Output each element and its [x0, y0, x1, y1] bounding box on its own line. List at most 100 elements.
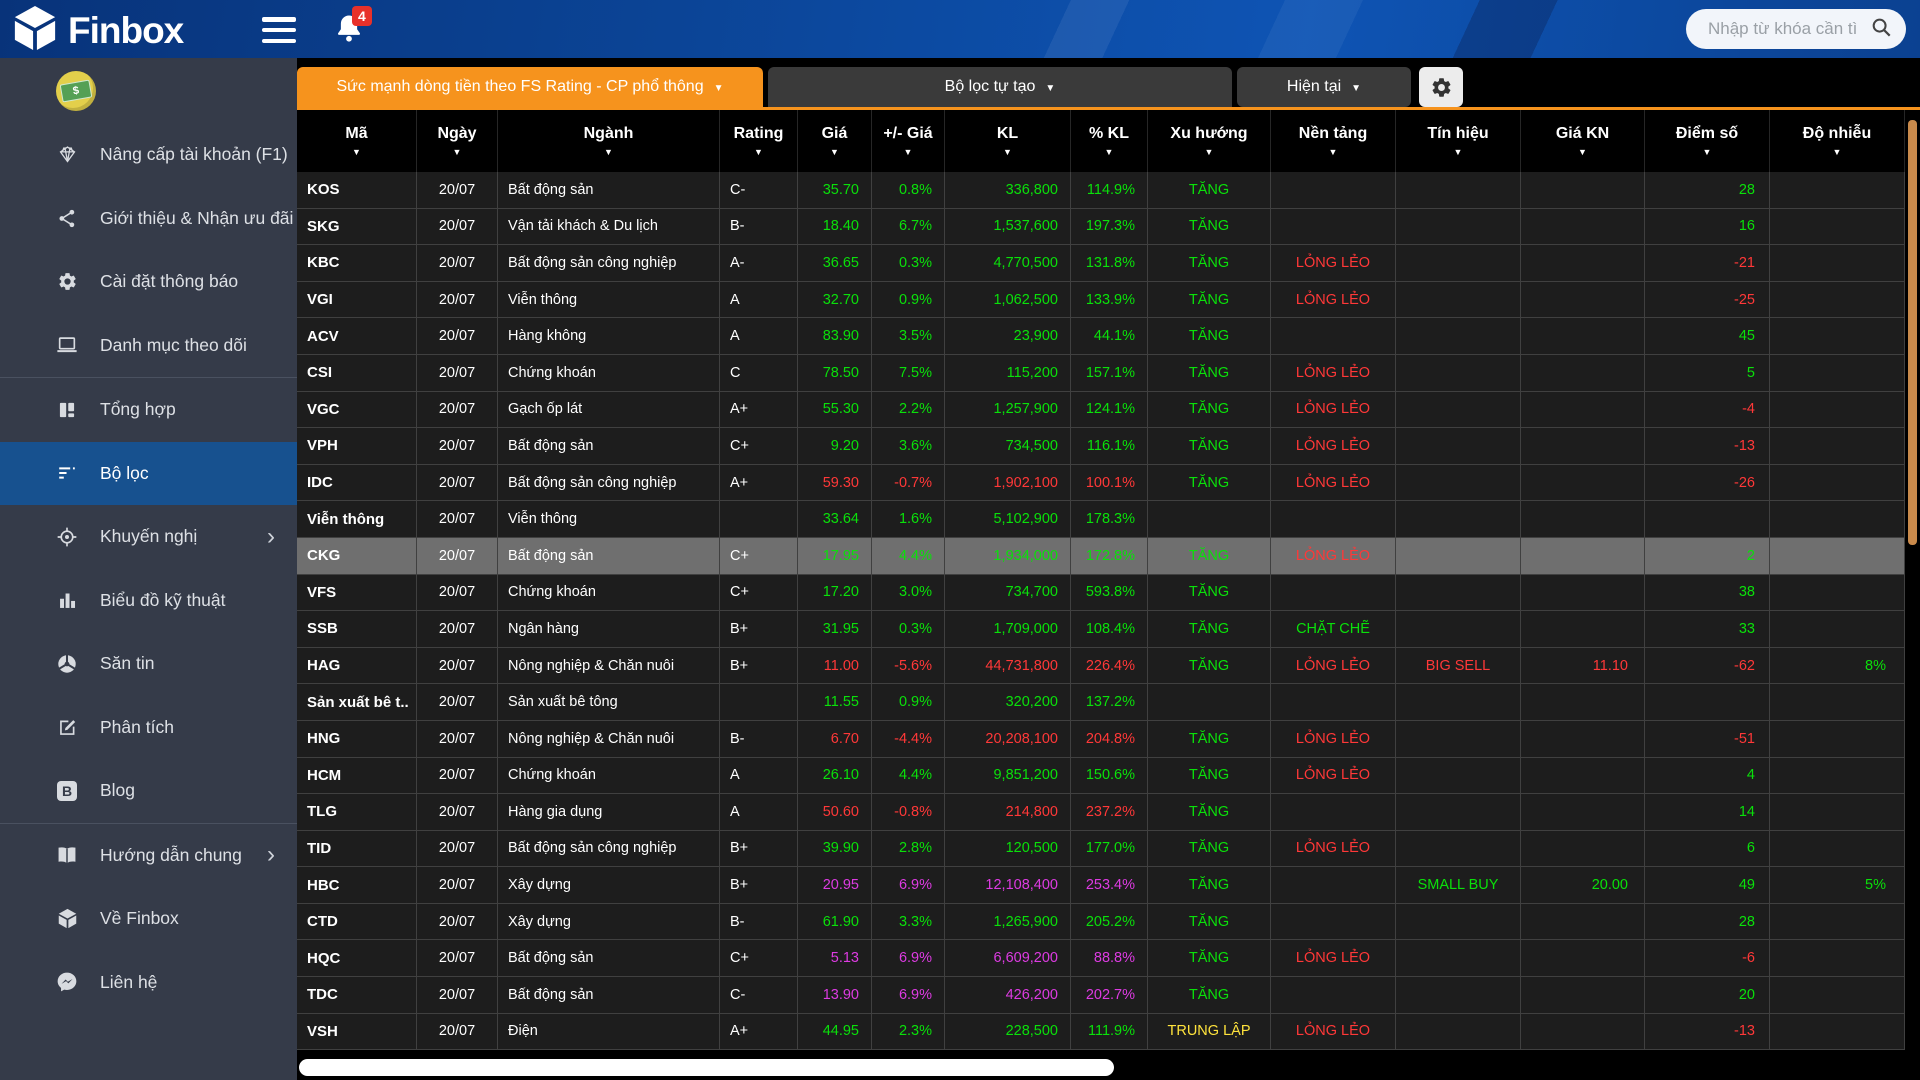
- search-icon[interactable]: [1870, 16, 1892, 43]
- time-filter-dropdown[interactable]: Hiện tại ▼: [1237, 67, 1411, 107]
- table-row-hag[interactable]: HAG20/07Nông nghiệp & Chăn nuôiB+11.00-5…: [297, 648, 1905, 685]
- column-header-nganh[interactable]: Ngành ▼: [498, 110, 720, 172]
- column-header-klp[interactable]: % KL▼: [1071, 110, 1148, 172]
- table-settings-button[interactable]: [1419, 67, 1463, 107]
- column-filter-caret-icon[interactable]: ▼: [1329, 147, 1338, 157]
- cell-gia: 44.95: [798, 1014, 872, 1051]
- table-row-tlg[interactable]: TLG20/07Hàng gia dụngA50.60-0.8%214,8002…: [297, 794, 1905, 831]
- sidebar-item-bieu-do-ky-thuat[interactable]: Biểu đồ kỹ thuật: [0, 569, 297, 633]
- column-header-target[interactable]: Giá KN▼: [1521, 110, 1645, 172]
- cell-noise: [1770, 721, 1905, 758]
- column-filter-caret-icon[interactable]: ▼: [1205, 147, 1214, 157]
- finbox-logo[interactable]: Finbox: [12, 5, 183, 56]
- column-header-gia[interactable]: Giá▼: [798, 110, 872, 172]
- table-row-vfs[interactable]: VFS20/07Chứng khoánC+17.203.0%734,700593…: [297, 575, 1905, 612]
- table-row-vsh[interactable]: VSH20/07ĐiệnA+44.952.3%228,500111.9%TRUN…: [297, 1014, 1905, 1051]
- cell-target: [1521, 538, 1645, 575]
- money-icon[interactable]: $: [56, 71, 96, 111]
- column-header-kl[interactable]: KL▼: [945, 110, 1071, 172]
- table-row-kbc[interactable]: KBC20/07Bất động sản công nghiệpA-36.650…: [297, 245, 1905, 282]
- column-filter-caret-icon[interactable]: ▼: [1454, 147, 1463, 157]
- table-row-vgi[interactable]: VGI20/07Viễn thôngA32.700.9%1,062,500133…: [297, 282, 1905, 319]
- column-label: Nền tảng: [1299, 125, 1367, 143]
- column-filter-caret-icon[interactable]: ▼: [1578, 147, 1587, 157]
- sidebar-item-khuyen-nghi[interactable]: Khuyến nghị›: [0, 505, 297, 569]
- table-row-hng[interactable]: HNG20/07Nông nghiệp & Chăn nuôiB-6.70-4.…: [297, 721, 1905, 758]
- column-header-signal[interactable]: Tín hiệu▼: [1396, 110, 1521, 172]
- cell-nganh: Điện: [498, 1014, 720, 1051]
- column-header-noise[interactable]: Độ nhiễu▼: [1770, 110, 1905, 172]
- column-label: Ngành: [584, 125, 634, 143]
- table-row-kos[interactable]: KOS20/07Bất động sảnC-35.700.8%336,80011…: [297, 172, 1905, 209]
- sidebar-item-gioi-thieu-uu-dai[interactable]: Giới thiệu & Nhận ưu đãi: [0, 187, 297, 251]
- cell-kl: 1,902,100: [945, 465, 1071, 502]
- table-row-ckg[interactable]: CKG20/07Bất động sảnC+17.954.4%1,934,000…: [297, 538, 1905, 575]
- horizontal-scrollbar[interactable]: [299, 1059, 1114, 1076]
- search-box[interactable]: [1686, 9, 1906, 49]
- notifications-button[interactable]: 4: [334, 13, 368, 47]
- table-row-csi[interactable]: CSI20/07Chứng khoánC78.507.5%115,200157.…: [297, 355, 1905, 392]
- cell-chg: 0.3%: [872, 611, 945, 648]
- table-row-ssb[interactable]: SSB20/07Ngân hàngB+31.950.3%1,709,000108…: [297, 611, 1905, 648]
- sidebar-item-blog[interactable]: BBlog: [0, 759, 297, 823]
- sidebar-item-phan-tich[interactable]: Phân tích: [0, 696, 297, 760]
- custom-filter-dropdown[interactable]: Bộ lọc tự tạo ▼: [768, 67, 1232, 107]
- column-header-score[interactable]: Điểm số▼: [1645, 110, 1770, 172]
- column-header-trend[interactable]: Xu hướng▼: [1148, 110, 1271, 172]
- cell-signal: [1396, 209, 1521, 246]
- cell-klp: 178.3%: [1071, 501, 1148, 538]
- column-filter-caret-icon[interactable]: ▼: [352, 147, 361, 157]
- sidebar-item-danh-muc-theo-doi[interactable]: Danh mục theo dõi: [0, 314, 297, 378]
- column-header-base[interactable]: Nền tảng ▼: [1271, 110, 1396, 172]
- table-row-vph[interactable]: VPH20/07Bất động sảnC+9.203.6%734,500116…: [297, 428, 1905, 465]
- column-filter-caret-icon[interactable]: ▼: [754, 147, 763, 157]
- table-row-vgc[interactable]: VGC20/07Gạch ốp látA+55.302.2%1,257,9001…: [297, 392, 1905, 429]
- table-row-idc[interactable]: IDC20/07Bất động sản công nghiệpA+59.30-…: [297, 465, 1905, 502]
- column-header-chg[interactable]: +/- Giá ▼: [872, 110, 945, 172]
- column-header-ma[interactable]: Mã▼: [297, 110, 417, 172]
- sidebar-item-tong-hop[interactable]: Tổng hợp: [0, 378, 297, 442]
- sidebar-item-label: Săn tin: [100, 653, 154, 674]
- table-row-vi-n-th-ng[interactable]: Viễn thông20/07Viễn thông33.641.6%5,102,…: [297, 501, 1905, 538]
- table-row-tid[interactable]: TID20/07Bất động sản công nghiệpB+39.902…: [297, 831, 1905, 868]
- column-filter-caret-icon[interactable]: ▼: [1105, 147, 1114, 157]
- table-row-skg[interactable]: SKG20/07Vận tải khách & Du lịchB-18.406.…: [297, 209, 1905, 246]
- column-filter-caret-icon[interactable]: ▼: [1703, 147, 1712, 157]
- column-filter-caret-icon[interactable]: ▼: [1833, 147, 1842, 157]
- vertical-scrollbar[interactable]: [1908, 120, 1917, 545]
- cell-signal: [1396, 611, 1521, 648]
- column-filter-caret-icon[interactable]: ▼: [604, 147, 613, 157]
- column-header-rating[interactable]: Rating▼: [720, 110, 798, 172]
- sidebar-item-huong-dan-chung[interactable]: Hướng dẫn chung›: [0, 824, 297, 888]
- preset-filter-dropdown[interactable]: Sức mạnh dòng tiền theo FS Rating - CP p…: [297, 67, 763, 107]
- sidebar-item-cai-dat-thong-bao[interactable]: Cài đặt thông báo: [0, 250, 297, 314]
- cell-ma: SSB: [297, 611, 417, 648]
- table-row-s-n-xu-t-b-t-[interactable]: Sản xuất bê t..20/07Sản xuất bê tông11.5…: [297, 684, 1905, 721]
- column-filter-caret-icon[interactable]: ▼: [1003, 147, 1012, 157]
- cell-rating: B+: [720, 648, 798, 685]
- column-header-ngay[interactable]: Ngày▼: [417, 110, 498, 172]
- search-input[interactable]: [1706, 18, 1870, 40]
- cell-score: -6: [1645, 940, 1770, 977]
- column-filter-caret-icon[interactable]: ▼: [904, 147, 913, 157]
- custom-filter-label: Bộ lọc tự tạo: [945, 78, 1036, 96]
- table-row-hqc[interactable]: HQC20/07Bất động sảnC+5.136.9%6,609,2008…: [297, 940, 1905, 977]
- column-filter-caret-icon[interactable]: ▼: [830, 147, 839, 157]
- table-row-acv[interactable]: ACV20/07Hàng khôngA83.903.5%23,90044.1%T…: [297, 318, 1905, 355]
- cell-signal: [1396, 245, 1521, 282]
- cell-ma: KOS: [297, 172, 417, 209]
- menu-toggle-button[interactable]: [258, 15, 300, 45]
- cell-ma: VGI: [297, 282, 417, 319]
- sidebar-item-bo-loc[interactable]: Bộ lọc: [0, 442, 297, 506]
- sidebar-item-nang-cap-tai-khoan[interactable]: Nâng cấp tài khoản (F1): [0, 123, 297, 187]
- sidebar-item-ve-finbox[interactable]: Về Finbox: [0, 887, 297, 951]
- cell-ngay: 20/07: [417, 684, 498, 721]
- column-label: +/- Giá: [883, 125, 932, 143]
- table-row-hcm[interactable]: HCM20/07Chứng khoánA26.104.4%9,851,20015…: [297, 758, 1905, 795]
- sidebar-item-lien-he[interactable]: Liên hệ: [0, 951, 297, 1015]
- table-row-hbc[interactable]: HBC20/07Xây dựngB+20.956.9%12,108,400253…: [297, 867, 1905, 904]
- table-row-ctd[interactable]: CTD20/07Xây dựngB-61.903.3%1,265,900205.…: [297, 904, 1905, 941]
- table-row-tdc[interactable]: TDC20/07Bất động sảnC-13.906.9%426,20020…: [297, 977, 1905, 1014]
- column-filter-caret-icon[interactable]: ▼: [453, 147, 462, 157]
- sidebar-item-san-tin[interactable]: Săn tin: [0, 632, 297, 696]
